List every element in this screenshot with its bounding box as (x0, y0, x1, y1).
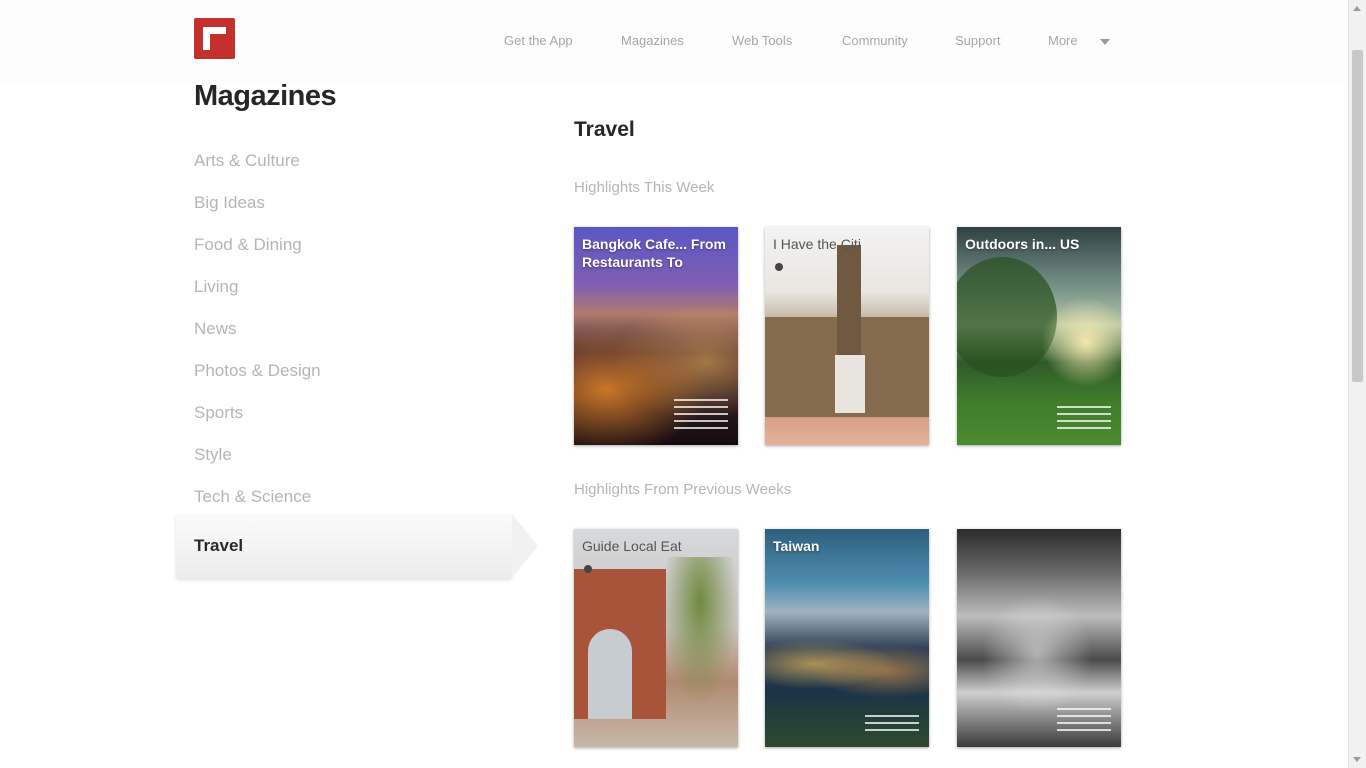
nav-web-tools[interactable]: Web Tools (732, 33, 792, 48)
magazine-title: Bangkok Cafe... From Restaurants To (582, 236, 726, 270)
section-title: Travel (574, 118, 635, 141)
magazine-title: Outdoors in... US (965, 236, 1080, 252)
scroll-up-arrow-icon[interactable] (1353, 6, 1361, 11)
magazine-tile-5[interactable]: Taiwan (765, 529, 929, 747)
tile-art-sun (1041, 297, 1121, 387)
tile-art-arch (588, 629, 632, 719)
magazine-tile-4[interactable]: Guide Local Eat (574, 529, 738, 747)
scrollbar-thumb[interactable] (1352, 50, 1363, 382)
magazine-tile-2[interactable]: I Have the Citi (765, 227, 929, 445)
magazine-title: I Have the Citi (773, 236, 861, 252)
tile-text-lines (1057, 401, 1111, 429)
magazine-tile-3[interactable]: Outdoors in... US (957, 227, 1121, 445)
vertical-scrollbar[interactable] (1348, 0, 1366, 768)
tile-art-monument (835, 355, 865, 413)
avatar (775, 263, 783, 271)
nav-support[interactable]: Support (955, 33, 1001, 48)
category-food-dining[interactable]: Food & Dining (194, 235, 302, 255)
tile-art-palms (662, 557, 738, 707)
nav-get-the-app[interactable]: Get the App (504, 33, 573, 48)
scroll-down-arrow-icon[interactable] (1353, 757, 1361, 762)
this-week-heading: Highlights This Week (574, 179, 715, 196)
tile-art-tower (837, 245, 861, 355)
tile-text-lines (865, 710, 919, 731)
tile-text-lines (1057, 703, 1111, 731)
logo-mark (203, 27, 226, 50)
flipboard-logo-icon[interactable] (194, 18, 235, 59)
category-travel[interactable]: Travel (194, 536, 243, 556)
category-arts-culture[interactable]: Arts & Culture (194, 151, 300, 171)
active-category-pointer (512, 514, 538, 578)
category-sports[interactable]: Sports (194, 403, 243, 423)
previous-weeks-heading: Highlights From Previous Weeks (574, 481, 792, 498)
magazine-title: Taiwan (773, 538, 820, 554)
page-title: Magazines (194, 80, 337, 112)
tile-art (977, 589, 1097, 719)
nav-community[interactable]: Community (842, 33, 908, 48)
category-big-ideas[interactable]: Big Ideas (194, 193, 265, 213)
chevron-down-icon[interactable] (1100, 39, 1110, 45)
magazine-title: Guide Local Eat (582, 538, 682, 554)
magazine-tile-6[interactable] (957, 529, 1121, 747)
tile-art (957, 257, 1057, 377)
nav-more[interactable]: More (1048, 33, 1078, 48)
category-photos-design[interactable]: Photos & Design (194, 361, 321, 381)
tile-art (765, 629, 929, 699)
category-style[interactable]: Style (194, 445, 232, 465)
category-tech-science[interactable]: Tech & Science (194, 487, 311, 507)
top-bar: Get the App Magazines Web Tools Communit… (0, 0, 1348, 84)
avatar (584, 565, 592, 573)
magazine-tile-1[interactable]: Bangkok Cafe... From Restaurants To (574, 227, 738, 445)
category-living[interactable]: Living (194, 277, 238, 297)
nav-magazines[interactable]: Magazines (621, 33, 684, 48)
category-news[interactable]: News (194, 319, 237, 339)
tile-text-lines (674, 394, 728, 429)
